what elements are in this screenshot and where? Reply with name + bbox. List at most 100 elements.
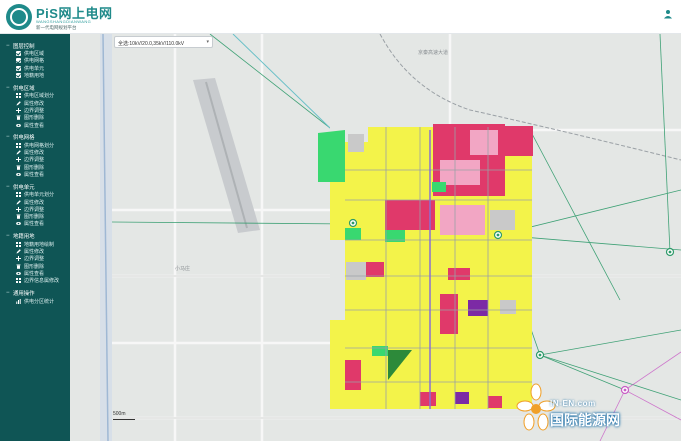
trash-icon	[15, 214, 21, 219]
sidebar-item[interactable]: 边界调整	[6, 156, 70, 163]
checkbox-icon	[15, 58, 21, 64]
sidebar-item[interactable]: 供电单元	[6, 65, 70, 72]
sidebar-item[interactable]: 属性查看	[6, 220, 70, 227]
sidebar-item-label: 属性查看	[24, 270, 45, 277]
sidebar-item-label: 属性修改	[24, 249, 45, 256]
sidebar-item-label: 边界调整	[24, 256, 45, 263]
sidebar-section-label: 供电单元	[13, 184, 35, 191]
sidebar-item-label: 图形删除	[24, 115, 45, 122]
brand-subtitle: 新一代电网规划平台	[36, 25, 77, 30]
sidebar-item[interactable]: 图形删除	[6, 213, 70, 220]
checkbox-icon	[15, 51, 21, 57]
sidebar-item-label: 图形删除	[24, 263, 45, 270]
sidebar-item-label: 供电单元	[24, 65, 45, 72]
layer-select[interactable]: 全选:10kV/20.0,35kV/110.0kV ▾	[114, 36, 213, 48]
scale-bar: 500m	[113, 411, 135, 420]
sidebar-item[interactable]: 供电网格	[6, 57, 70, 64]
sidebar-item[interactable]: 属性查看	[6, 171, 70, 178]
sidebar-item[interactable]: 属性修改	[6, 198, 70, 206]
sidebar-item[interactable]: 边界调整	[6, 206, 70, 213]
pencil-icon	[15, 249, 21, 254]
sidebar-item-label: 供电网格划分	[24, 142, 55, 149]
sidebar-item[interactable]: 属性修改	[6, 149, 70, 156]
sidebar-item[interactable]: 供电分区统计	[6, 297, 70, 305]
map-label-road: 京秦高速大道	[418, 49, 448, 56]
trash-icon	[15, 264, 21, 269]
sidebar-item[interactable]: 属性查看	[6, 121, 70, 129]
pencil-icon	[15, 150, 21, 155]
sidebar-item-label: 属性修改	[24, 199, 45, 206]
sidebar-item-label: 属性查看	[24, 172, 45, 178]
sidebar-item-label: 供电网格	[24, 58, 45, 65]
grid-icon	[15, 142, 21, 148]
sidebar-section-label: 图层控制	[13, 43, 35, 50]
collapse-icon[interactable]: −	[6, 290, 13, 296]
sidebar-item-label: 属性查看	[24, 221, 45, 228]
grid-icon	[15, 93, 21, 99]
sidebar-item[interactable]: 图形删除	[6, 114, 70, 121]
collapse-icon[interactable]: −	[6, 233, 13, 239]
sidebar-item[interactable]: 属性修改	[6, 248, 70, 255]
layer-select-value: 全选:10kV/20.0,35kV/110.0kV	[118, 41, 185, 47]
sidebar-item[interactable]: 地籍用地	[6, 72, 70, 79]
sidebar-item-label: 供电区域划分	[24, 93, 55, 100]
sidebar-section-title[interactable]: − 图层控制	[6, 41, 70, 50]
sidebar-section-title[interactable]: − 供电网格	[6, 133, 70, 142]
collapse-icon[interactable]: −	[6, 184, 13, 190]
sidebar-item[interactable]: 边界调整	[6, 107, 70, 114]
chevron-down-icon: ▾	[206, 39, 209, 45]
trash-icon	[15, 165, 21, 170]
sidebar-item[interactable]: 地籍用地绘制	[6, 241, 70, 248]
eye-icon	[15, 271, 21, 276]
user-icon[interactable]	[661, 9, 675, 23]
checkbox-icon	[15, 73, 21, 79]
sidebar: − 图层控制 供电区域 供电网格 供电单元 地籍用地 − 供电区域 供电区域划分 属性修改 边界调整…	[0, 34, 70, 441]
watermark-top: IN-EN.com	[550, 399, 596, 408]
brand-english: WANGSHANGDIANWANG	[36, 19, 92, 24]
sidebar-item[interactable]: 供电网格划分	[6, 142, 70, 149]
sidebar-section-title[interactable]: − 通用操作	[6, 288, 70, 297]
eye-icon	[15, 123, 21, 128]
map-label-village: 小马庄	[175, 265, 190, 272]
grid-icon	[15, 192, 21, 198]
sidebar-section-label: 通用操作	[13, 290, 35, 297]
watermark: IN-EN.com 国际能源网	[516, 382, 681, 438]
split-icon	[15, 157, 21, 163]
sidebar-item-label: 供电区域	[24, 51, 45, 58]
top-header: PiS网上电网 WANGSHANGDIANWANG 新一代电网规划平台	[0, 0, 681, 34]
eye-icon	[15, 172, 21, 177]
sidebar-item-label: 供电分区统计	[24, 298, 55, 305]
sidebar-section-title[interactable]: − 供电区域	[6, 83, 70, 92]
pencil-icon	[15, 199, 21, 205]
trash-icon	[15, 115, 21, 121]
sidebar-section-label: 地籍用地	[13, 234, 35, 241]
sidebar-item[interactable]: 属性查看	[6, 270, 70, 277]
sidebar-item[interactable]: 属性修改	[6, 99, 70, 107]
sidebar-item[interactable]: 供电单元划分	[6, 191, 70, 198]
collapse-icon[interactable]: −	[6, 134, 13, 140]
grid-icon	[15, 278, 21, 284]
watermark-main: 国际能源网	[550, 412, 620, 428]
pencil-icon	[15, 100, 21, 106]
split-icon	[15, 206, 21, 212]
sidebar-item[interactable]: 图形删除	[6, 164, 70, 171]
sidebar-item-label: 边界信息属修改	[24, 278, 60, 285]
sidebar-item[interactable]: 边界信息属修改	[6, 277, 70, 284]
chart-icon	[15, 298, 21, 304]
sidebar-item-label: 属性查看	[24, 122, 45, 129]
sidebar-item-label: 边界调整	[24, 206, 45, 213]
sidebar-section-title[interactable]: − 地籍用地	[6, 232, 70, 241]
sidebar-item-label: 图形删除	[24, 214, 45, 221]
sidebar-item[interactable]: 图形删除	[6, 263, 70, 270]
sidebar-item[interactable]: 供电区域	[6, 50, 70, 57]
collapse-icon[interactable]: −	[6, 43, 13, 49]
sidebar-item-label: 地籍用地	[24, 73, 45, 80]
map-canvas[interactable]: 京秦高速大道 小马庄	[70, 34, 681, 441]
sidebar-item[interactable]: 供电区域划分	[6, 92, 70, 99]
sidebar-item-label: 边界调整	[24, 107, 45, 114]
collapse-icon[interactable]: −	[6, 85, 13, 91]
sidebar-section-title[interactable]: − 供电单元	[6, 182, 70, 191]
map-svg[interactable]: 京秦高速大道 小马庄	[70, 34, 681, 441]
sidebar-item[interactable]: 边界调整	[6, 255, 70, 262]
split-icon	[15, 107, 21, 113]
